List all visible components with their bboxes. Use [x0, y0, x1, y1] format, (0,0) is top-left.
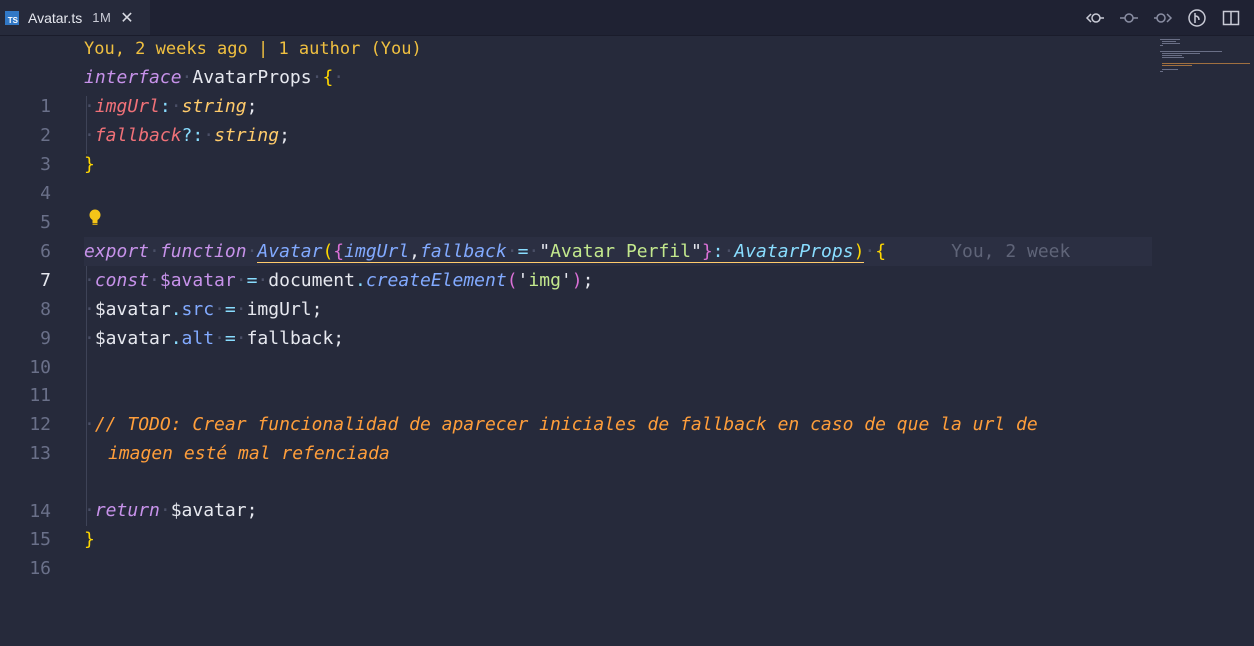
string-quote: ': [517, 270, 529, 291]
lightbulb-icon[interactable]: [88, 209, 102, 227]
variable: $avatar: [170, 500, 247, 521]
split-editor-icon[interactable]: [1220, 7, 1242, 29]
identifier: imgUrl: [246, 299, 312, 320]
type: string: [214, 125, 280, 146]
operator: =: [517, 241, 529, 262]
keyword: const: [94, 270, 150, 291]
code-line-16: 16 }: [0, 525, 1152, 579]
code-line-12: 12: [0, 381, 1152, 435]
code-line-13-wrap: imagen esté mal refenciada: [0, 439, 1152, 468]
method: createElement: [365, 270, 507, 291]
punctuation: ;: [582, 270, 594, 291]
string: img: [528, 270, 561, 291]
property: imgUrl: [94, 96, 160, 117]
punctuation: ;: [246, 96, 258, 117]
tab-avatar-ts[interactable]: TS Avatar.ts 1M ✕: [0, 0, 150, 35]
code-line-9: 9 ·$avatar.src·=·imgUrl;: [0, 295, 1152, 349]
property: fallback: [94, 125, 182, 146]
operator: .: [354, 270, 366, 291]
bracket: ): [853, 241, 865, 262]
variable: $avatar: [94, 299, 171, 320]
bracket: }: [701, 241, 713, 262]
punctuation: ;: [333, 328, 345, 349]
string-quote: ': [560, 270, 572, 291]
keyword: function: [159, 241, 247, 262]
operator: ?:: [181, 125, 204, 146]
todo-comment-continued: imagen esté mal refenciada: [108, 443, 390, 464]
punctuation: ;: [246, 500, 258, 521]
type: AvatarProps: [734, 241, 854, 262]
property: alt: [181, 328, 215, 349]
variable: $avatar: [94, 328, 171, 349]
code-line-5: 5: [0, 179, 1152, 233]
property: src: [181, 299, 215, 320]
parameter: fallback: [420, 241, 507, 262]
editor-tab-bar: TS Avatar.ts 1M ✕: [0, 0, 1254, 36]
code-line-8: 8 ·const·$avatar·=·document.createElemen…: [0, 266, 1152, 320]
identifier: document: [268, 270, 355, 291]
code-line-2: 2 ·imgUrl:·string;: [0, 92, 1152, 146]
bracket: }: [84, 529, 95, 550]
code-line-10: 10 ·$avatar.alt·=·fallback;: [0, 324, 1152, 378]
keyword: return: [94, 500, 160, 521]
keyword: interface: [84, 67, 182, 88]
punctuation: ,: [409, 241, 421, 262]
git-blame-codelens[interactable]: You, 2 weeks ago | 1 author (You): [84, 39, 422, 59]
minimap[interactable]: [1158, 37, 1254, 77]
git-branch-graph-icon[interactable]: [1186, 7, 1208, 29]
string-quote: ": [539, 241, 551, 262]
variable: $avatar: [159, 270, 236, 291]
punctuation: ;: [279, 125, 290, 146]
bracket: (: [506, 270, 518, 291]
operator: =: [246, 270, 258, 291]
punctuation: ;: [311, 299, 323, 320]
operator: .: [170, 299, 182, 320]
code-line-3: 3 ·fallback?:·string;: [0, 121, 1152, 175]
line-number: 16: [29, 558, 51, 579]
code-line-15: 15 ·return·$avatar;: [0, 496, 1152, 550]
inline-git-blame: You, 2 week: [951, 241, 1071, 262]
operator: =: [224, 299, 236, 320]
keyword: export: [84, 241, 150, 262]
string-quote: ": [690, 241, 702, 262]
tab-filename: Avatar.ts: [28, 9, 83, 26]
bracket: {: [333, 241, 345, 262]
git-timeline-back-icon[interactable]: [1084, 7, 1106, 29]
tab-git-status: 1M: [92, 10, 112, 25]
git-timeline-forward-icon[interactable]: [1152, 7, 1174, 29]
parameter: imgUrl: [344, 241, 410, 262]
bracket: {: [322, 67, 334, 88]
bracket: ): [571, 270, 583, 291]
git-commit-icon[interactable]: [1118, 7, 1140, 29]
type-name: AvatarProps: [192, 67, 312, 88]
todo-comment: // TODO: Crear funcionalidad de aparecer…: [94, 414, 1038, 435]
code-line-11: 11: [0, 352, 1152, 406]
code-line-7: 7 export·function·Avatar({imgUrl,fallbac…: [0, 237, 1152, 291]
bracket: {: [875, 241, 887, 262]
bracket: (: [322, 241, 334, 262]
code-line-1: 1 interface·AvatarProps·{·: [0, 63, 1152, 117]
code-line-14: 14: [0, 468, 1152, 522]
type: string: [181, 96, 247, 117]
operator: :: [712, 241, 724, 262]
code-editor[interactable]: You, 2 weeks ago | 1 author (You) 1 inte…: [0, 36, 1254, 646]
string: Avatar Perfil: [550, 241, 691, 262]
close-icon[interactable]: ✕: [120, 8, 133, 28]
editor-actions: [1084, 0, 1242, 35]
typescript-file-icon: TS: [5, 10, 19, 25]
code-line-6: 6: [0, 208, 1152, 262]
function-name: Avatar: [257, 241, 323, 262]
operator: =: [224, 328, 236, 349]
code-line-13: 13 ·// TODO: Crear funcionalidad de apar…: [0, 410, 1152, 464]
code-line-4: 4 }: [0, 150, 1152, 204]
bracket: }: [84, 154, 95, 175]
operator: .: [170, 328, 182, 349]
operator: :: [159, 96, 171, 117]
identifier: fallback: [246, 328, 334, 349]
